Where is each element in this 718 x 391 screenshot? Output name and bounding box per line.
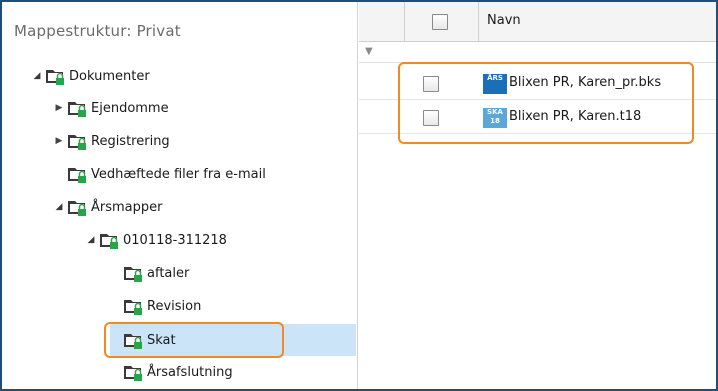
locked-folder-icon bbox=[122, 361, 144, 383]
header-checkbox-cell bbox=[405, 2, 479, 42]
annotation-highlight-files bbox=[398, 62, 694, 144]
column-header-navn[interactable]: Navn bbox=[487, 13, 521, 28]
tree-item-label: Registrering bbox=[91, 133, 170, 149]
tree-item-ejendomme[interactable]: ▶ Ejendomme bbox=[52, 92, 169, 124]
tree-item-registrering[interactable]: ▶ Registrering bbox=[52, 125, 170, 157]
tree-title: Mappestruktur: Privat bbox=[14, 22, 181, 40]
locked-folder-icon bbox=[44, 65, 66, 87]
tree-item-aftaler[interactable]: aftaler bbox=[122, 257, 189, 289]
expanded-arrow-icon[interactable]: ◢ bbox=[52, 202, 66, 212]
locked-folder-icon bbox=[66, 97, 88, 119]
tree-item-label: Revision bbox=[147, 298, 202, 314]
filter-row: ▼ bbox=[359, 43, 716, 63]
file-list-pane: Navn ▼ ÅRS Blixen PR, Karen_pr.bks SKA 1… bbox=[359, 2, 716, 389]
list-header: Navn bbox=[359, 2, 716, 42]
locked-folder-icon bbox=[122, 262, 144, 284]
locked-folder-icon bbox=[122, 295, 144, 317]
filter-icon[interactable]: ▼ bbox=[365, 46, 373, 57]
collapsed-arrow-icon[interactable]: ▶ bbox=[52, 136, 66, 146]
expanded-arrow-icon[interactable]: ◢ bbox=[84, 235, 98, 245]
select-all-checkbox[interactable] bbox=[432, 14, 448, 30]
locked-folder-icon bbox=[66, 130, 88, 152]
tree-item-label: 010118-311218 bbox=[123, 232, 227, 248]
tree-item-revision[interactable]: Revision bbox=[122, 290, 201, 322]
tree-item-arsmapper[interactable]: ◢ Årsmapper bbox=[52, 191, 163, 223]
locked-folder-icon bbox=[98, 229, 120, 251]
collapsed-arrow-icon[interactable]: ▶ bbox=[52, 103, 66, 113]
annotation-highlight-skat bbox=[104, 322, 284, 358]
tree-item-label: Årsmapper bbox=[91, 199, 163, 215]
tree-item-010118-311218[interactable]: ◢ 010118-311218 bbox=[84, 224, 227, 256]
tree-item-label: Vedhæftede filer fra e-mail bbox=[91, 166, 266, 182]
tree-item-label: Årsafslutning bbox=[147, 364, 233, 380]
locked-folder-icon bbox=[66, 196, 88, 218]
tree-item-arsafslutning[interactable]: Årsafslutning bbox=[122, 356, 233, 388]
tree-item-label: Dokumenter bbox=[69, 68, 150, 84]
tree-item-vedhaeftede-filer[interactable]: Vedhæftede filer fra e-mail bbox=[66, 158, 266, 190]
expanded-arrow-icon[interactable]: ◢ bbox=[30, 71, 44, 81]
locked-folder-icon bbox=[66, 163, 88, 185]
header-spacer-cell bbox=[359, 2, 405, 42]
tree-item-label: aftaler bbox=[147, 265, 190, 281]
tree-item-dokumenter[interactable]: ◢ Dokumenter bbox=[30, 60, 150, 92]
tree-item-label: Ejendomme bbox=[91, 100, 169, 116]
